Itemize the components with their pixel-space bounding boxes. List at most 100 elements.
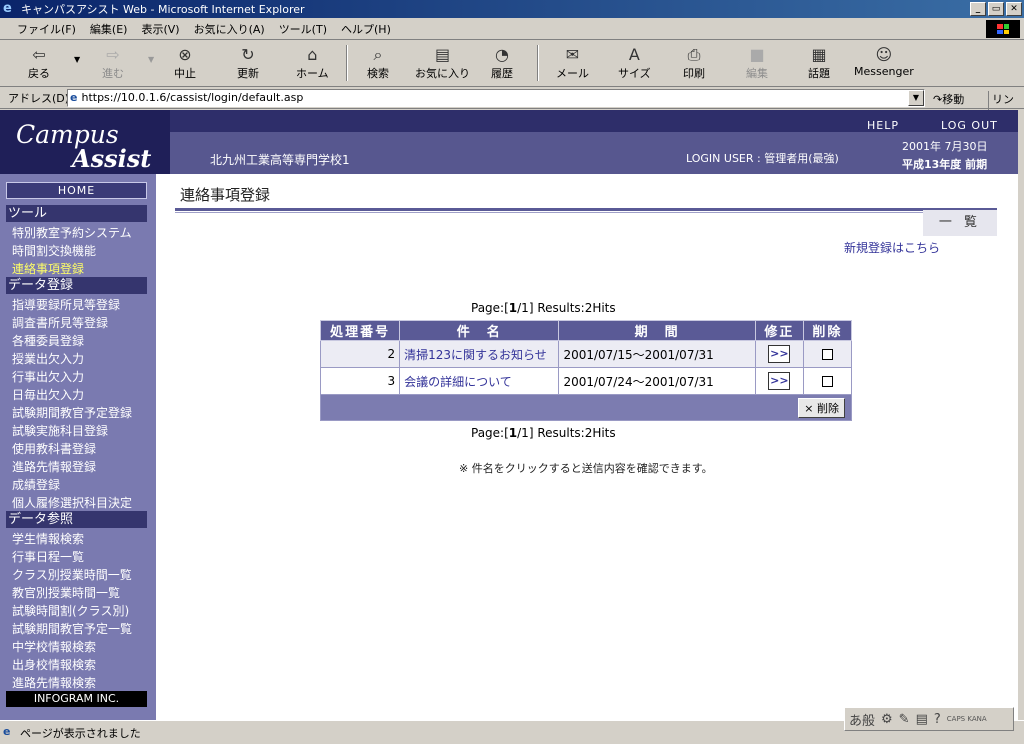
sidebar-item[interactable]: 日毎出欠入力 — [12, 386, 84, 403]
size-button[interactable]: A サイズ — [618, 45, 651, 81]
sidebar-home-button[interactable]: HOME — [6, 182, 147, 199]
pager-prefix: Page:[ — [471, 301, 509, 315]
ie-logo-icon: e — [3, 1, 12, 16]
ime-pad-icon[interactable]: ✎ — [899, 712, 910, 727]
sidebar-item[interactable]: 指導要録所見等登録 — [12, 296, 120, 313]
search-button[interactable]: ⌕ 検索 — [367, 45, 389, 81]
help-link[interactable]: HELP — [867, 119, 899, 132]
ime-dictionary-icon[interactable]: ▤ — [916, 712, 928, 727]
back-dropdown-icon[interactable]: ▼ — [74, 55, 80, 64]
back-arrow-icon: ⇦ — [32, 45, 46, 64]
mail-button[interactable]: ✉ メール — [556, 45, 589, 81]
menu-view[interactable]: 表示(V) — [134, 21, 186, 37]
favorites-button[interactable]: ▤ お気に入り — [415, 45, 470, 81]
edit-button[interactable]: ■ 編集 — [746, 45, 768, 81]
sidebar-item-special-room[interactable]: 特別教室予約システム — [12, 224, 132, 241]
sidebar-item[interactable]: 個人履修選択科目決定 — [12, 494, 132, 511]
menu-tools[interactable]: ツール(T) — [272, 21, 334, 37]
back-button[interactable]: ⇦ 戻る — [28, 45, 50, 81]
forward-button[interactable]: ⇨ 進む — [102, 45, 124, 81]
sidebar-item[interactable]: 使用教科書登録 — [12, 440, 96, 457]
login-user: LOGIN USER : 管理者用(最強) — [686, 152, 839, 165]
refresh-label: 更新 — [237, 67, 259, 80]
page-icon: e — [70, 91, 78, 104]
row-number: 3 — [319, 367, 401, 395]
menu-bar: ファイル(F) 編集(E) 表示(V) お気に入り(A) ツール(T) ヘルプ(… — [0, 18, 1024, 40]
sidebar-item[interactable]: 調査書所見等登録 — [12, 314, 108, 331]
ime-help-icon[interactable]: ? — [934, 712, 941, 727]
sidebar-item[interactable]: 試験期間教官予定一覧 — [12, 620, 132, 637]
sidebar-item[interactable]: 教官別授業時間一覧 — [12, 584, 120, 601]
home-button[interactable]: ⌂ ホーム — [296, 45, 329, 81]
pager-current-page[interactable]: 1 — [509, 301, 517, 315]
favorites-label: お気に入り — [415, 67, 470, 80]
maximize-button[interactable]: ▭ — [988, 2, 1004, 16]
refresh-icon: ↻ — [241, 45, 255, 64]
messenger-icon: ☺ — [875, 45, 893, 64]
ime-toolbar[interactable]: あ般 ⚙ ✎ ▤ ? CAPS KANA — [844, 707, 1014, 731]
campus-assist-logo[interactable]: Campus Assist — [0, 110, 170, 174]
row-subject-link[interactable]: 清掃123に関するお知らせ — [399, 340, 560, 368]
logout-link[interactable]: LOG OUT — [941, 119, 998, 132]
print-button[interactable]: ⎙ 印刷 — [683, 45, 705, 81]
web-page: Campus Assist 北九州工業高等専門学校1 LOGIN USER : … — [0, 110, 1018, 720]
sidebar-item[interactable]: 試験実施科目登録 — [12, 422, 108, 439]
sidebar-item[interactable]: 試験時間割(クラス別) — [12, 602, 129, 619]
delete-button[interactable]: × 削除 — [798, 397, 845, 418]
sidebar-item[interactable]: 行事日程一覧 — [12, 548, 84, 565]
sidebar-item[interactable]: クラス別授業時間一覧 — [12, 566, 132, 583]
infogram-footer: INFOGRAM INC. — [6, 691, 147, 707]
sidebar-item[interactable]: 成績登録 — [12, 476, 60, 493]
refresh-button[interactable]: ↻ 更新 — [237, 45, 259, 81]
minimize-button[interactable]: _ — [970, 2, 986, 16]
sidebar-item[interactable]: 進路先情報登録 — [12, 458, 96, 475]
messenger-button[interactable]: ☺ Messenger — [854, 45, 914, 78]
edit-row-button[interactable]: >> — [768, 345, 791, 363]
delete-checkbox[interactable] — [821, 376, 833, 387]
menu-file[interactable]: ファイル(F) — [10, 21, 83, 37]
title-divider — [175, 208, 997, 211]
sidebar-section-tools: ツール — [6, 205, 147, 222]
print-icon: ⎙ — [687, 45, 701, 64]
forward-arrow-icon: ⇨ — [106, 45, 120, 64]
browser-toolbar: ⇦ 戻る ▼ ⇨ 進む ▼ ⊗ 中止 ↻ 更新 ⌂ ホーム ⌕ 検索 ▤ お気に… — [0, 41, 1024, 87]
table-row: 2 清掃123に関するお知らせ 2001/07/15～2001/07/31 >> — [319, 340, 853, 368]
forward-dropdown-icon[interactable]: ▼ — [148, 55, 154, 64]
row-subject-link[interactable]: 会議の詳細について — [399, 367, 560, 395]
title-divider-thin — [175, 212, 997, 213]
pager-current-page[interactable]: 1 — [509, 426, 517, 440]
delete-checkbox[interactable] — [821, 349, 833, 360]
menu-edit[interactable]: 編集(E) — [83, 21, 135, 37]
sidebar-item[interactable]: 進路先情報検索 — [12, 674, 96, 691]
list-button[interactable]: 一 覧 — [923, 210, 997, 236]
history-button[interactable]: ◔ 履歴 — [491, 45, 513, 81]
new-registration-link[interactable]: 新規登録はこちら — [844, 239, 940, 256]
address-dropdown-icon[interactable]: ▼ — [908, 90, 924, 106]
pager-top: Page:[1/1] Results:2Hits — [471, 301, 616, 315]
edit-row-button[interactable]: >> — [768, 372, 791, 390]
sidebar-item[interactable]: 授業出欠入力 — [12, 350, 84, 367]
stop-button[interactable]: ⊗ 中止 — [174, 45, 196, 81]
favorites-icon: ▤ — [434, 45, 451, 64]
page-status-icon: e — [3, 725, 11, 738]
go-button[interactable]: ↷移動 — [933, 91, 964, 107]
sidebar-item[interactable]: 行事出欠入力 — [12, 368, 84, 385]
sidebar-item[interactable]: 試験期間教官予定登録 — [12, 404, 132, 421]
address-input[interactable]: e https://10.0.1.6/cassist/login/default… — [67, 89, 925, 107]
menu-favorites[interactable]: お気に入り(A) — [187, 21, 272, 37]
sidebar-item-notice-registration[interactable]: 連絡事項登録 — [12, 260, 84, 277]
sidebar-item[interactable]: 学生情報検索 — [12, 530, 84, 547]
col-header-number: 処理番号 — [319, 320, 401, 341]
ime-settings-icon[interactable]: ⚙ — [881, 712, 893, 727]
size-label: サイズ — [618, 67, 651, 80]
discuss-button[interactable]: ▦ 話題 — [808, 45, 830, 81]
sidebar-item-timetable-swap[interactable]: 時間割交換機能 — [12, 242, 96, 259]
instruction-note: ※ 件名をクリックすると送信内容を確認できます。 — [459, 462, 713, 475]
ime-mode[interactable]: あ般 — [849, 710, 875, 729]
close-button[interactable]: ✕ — [1006, 2, 1022, 16]
sidebar-item[interactable]: 出身校情報検索 — [12, 656, 96, 673]
sidebar-item[interactable]: 各種委員登録 — [12, 332, 84, 349]
menu-help[interactable]: ヘルプ(H) — [334, 21, 398, 37]
sidebar-item[interactable]: 中学校情報検索 — [12, 638, 96, 655]
academic-term: 平成13年度 前期 — [902, 158, 988, 171]
